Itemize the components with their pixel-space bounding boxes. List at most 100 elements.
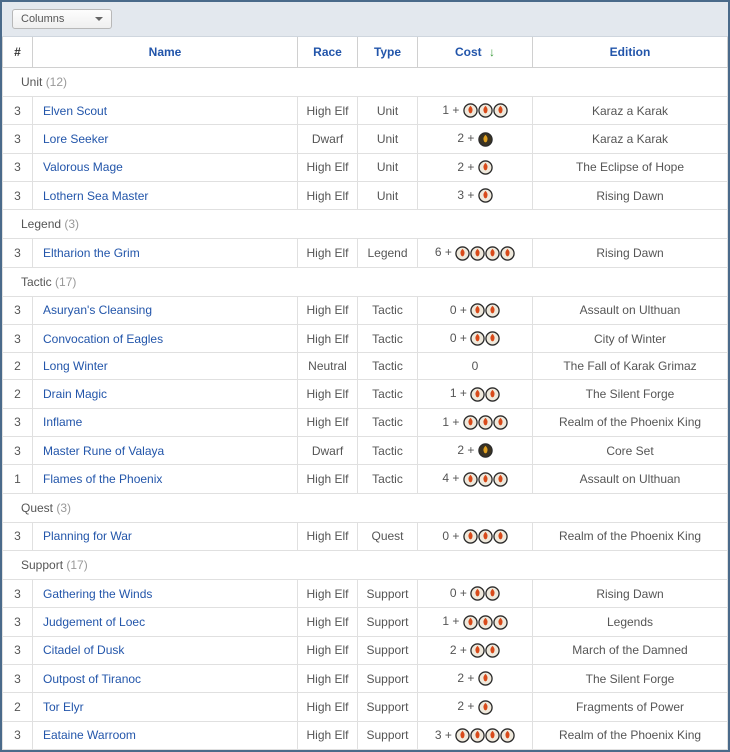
cost-number: 1 + bbox=[442, 415, 459, 429]
col-type[interactable]: Type bbox=[358, 37, 418, 68]
cost-number: 1 + bbox=[450, 386, 467, 400]
col-race[interactable]: Race bbox=[298, 37, 358, 68]
group-label: Quest bbox=[21, 501, 53, 515]
card-link[interactable]: Convocation of Eagles bbox=[43, 332, 163, 346]
cost-number: 3 + bbox=[435, 728, 452, 742]
table-row: 3 Lore Seeker Dwarf Unit 2 + Karaz a Kar… bbox=[3, 125, 728, 153]
cell-type: Tactic bbox=[358, 380, 418, 408]
card-link[interactable]: Tor Elyr bbox=[43, 700, 84, 714]
cell-race: High Elf bbox=[298, 296, 358, 324]
flame-resource-icon bbox=[463, 415, 478, 430]
cell-cost: 3 + bbox=[418, 181, 533, 209]
cell-type: Legend bbox=[358, 239, 418, 267]
dwarf-resource-icon bbox=[478, 443, 493, 458]
flame-resource-icon bbox=[463, 472, 478, 487]
cell-cost: 1 + bbox=[418, 408, 533, 436]
cost-number: 0 + bbox=[450, 303, 467, 317]
table-row: 2 Long Winter Neutral Tactic 0 The Fall … bbox=[3, 353, 728, 380]
cell-name: Convocation of Eagles bbox=[33, 324, 298, 352]
cell-edition: Rising Dawn bbox=[533, 579, 728, 607]
col-edition[interactable]: Edition bbox=[533, 37, 728, 68]
cell-edition: Assault on Ulthuan bbox=[533, 465, 728, 493]
cell-race: High Elf bbox=[298, 579, 358, 607]
cell-name: Flames of the Phoenix bbox=[33, 465, 298, 493]
col-qty[interactable]: # bbox=[3, 37, 33, 68]
cell-race: High Elf bbox=[298, 153, 358, 181]
cell-name: Elven Scout bbox=[33, 97, 298, 125]
card-link[interactable]: Valorous Mage bbox=[43, 160, 123, 174]
card-link[interactable]: Lore Seeker bbox=[43, 132, 108, 146]
card-link[interactable]: Eltharion the Grim bbox=[43, 246, 140, 260]
cell-qty: 2 bbox=[3, 380, 33, 408]
table-row: 3 Judgement of Loec High Elf Support 1 +… bbox=[3, 608, 728, 636]
cell-type: Unit bbox=[358, 153, 418, 181]
cell-cost: 2 + bbox=[418, 664, 533, 692]
group-header[interactable]: Support (17) bbox=[3, 550, 728, 579]
card-link[interactable]: Asuryan's Cleansing bbox=[43, 303, 152, 317]
card-link[interactable]: Gathering the Winds bbox=[43, 587, 152, 601]
flame-resource-icon bbox=[478, 103, 493, 118]
cell-qty: 3 bbox=[3, 153, 33, 181]
cost-number: 6 + bbox=[435, 245, 452, 259]
cell-edition: Karaz a Karak bbox=[533, 125, 728, 153]
card-link[interactable]: Flames of the Phoenix bbox=[43, 472, 162, 486]
flame-resource-icon bbox=[478, 415, 493, 430]
cell-qty: 3 bbox=[3, 636, 33, 664]
cell-edition: Legends bbox=[533, 608, 728, 636]
cell-type: Tactic bbox=[358, 465, 418, 493]
flame-resource-icon bbox=[470, 586, 485, 601]
cost-number: 0 bbox=[472, 359, 479, 373]
cell-type: Support bbox=[358, 608, 418, 636]
card-link[interactable]: Outpost of Tiranoc bbox=[43, 672, 141, 686]
card-link[interactable]: Drain Magic bbox=[43, 387, 107, 401]
flame-resource-icon bbox=[485, 728, 500, 743]
cell-edition: The Silent Forge bbox=[533, 380, 728, 408]
table-row: 3 Lothern Sea Master High Elf Unit 3 + R… bbox=[3, 181, 728, 209]
card-link[interactable]: Long Winter bbox=[43, 359, 108, 373]
group-header[interactable]: Tactic (17) bbox=[3, 267, 728, 296]
cell-race: High Elf bbox=[298, 522, 358, 550]
cell-name: Valorous Mage bbox=[33, 153, 298, 181]
card-link[interactable]: Lothern Sea Master bbox=[43, 189, 148, 203]
cell-race: High Elf bbox=[298, 664, 358, 692]
table-row: 3 Elven Scout High Elf Unit 1 + Karaz a … bbox=[3, 97, 728, 125]
table-row: 3 Master Rune of Valaya Dwarf Tactic 2 +… bbox=[3, 436, 728, 464]
card-link[interactable]: Elven Scout bbox=[43, 104, 107, 118]
cell-race: Dwarf bbox=[298, 125, 358, 153]
table-row: 2 Drain Magic High Elf Tactic 1 + The Si… bbox=[3, 380, 728, 408]
cell-cost: 2 + bbox=[418, 125, 533, 153]
toolbar: Columns bbox=[2, 2, 728, 37]
columns-dropdown[interactable]: Columns bbox=[12, 9, 112, 29]
card-link[interactable]: Inflame bbox=[43, 415, 82, 429]
col-name[interactable]: Name bbox=[33, 37, 298, 68]
cost-number: 4 + bbox=[442, 471, 459, 485]
group-header[interactable]: Quest (3) bbox=[3, 493, 728, 522]
cell-race: High Elf bbox=[298, 693, 358, 721]
cell-cost: 0 + bbox=[418, 324, 533, 352]
group-count: (3) bbox=[56, 501, 71, 515]
cell-type: Tactic bbox=[358, 436, 418, 464]
cost-number: 2 + bbox=[457, 699, 474, 713]
cell-qty: 2 bbox=[3, 353, 33, 380]
cell-name: Planning for War bbox=[33, 522, 298, 550]
col-cost[interactable]: Cost ↓ bbox=[418, 37, 533, 68]
cell-edition: Rising Dawn bbox=[533, 239, 728, 267]
cell-type: Tactic bbox=[358, 408, 418, 436]
card-link[interactable]: Judgement of Loec bbox=[43, 615, 145, 629]
cost-number: 1 + bbox=[442, 103, 459, 117]
card-link[interactable]: Master Rune of Valaya bbox=[43, 444, 164, 458]
card-link[interactable]: Citadel of Dusk bbox=[43, 643, 124, 657]
cell-qty: 1 bbox=[3, 465, 33, 493]
group-header[interactable]: Legend (3) bbox=[3, 210, 728, 239]
cost-number: 0 + bbox=[450, 586, 467, 600]
cell-edition: Core Set bbox=[533, 436, 728, 464]
cell-edition: Karaz a Karak bbox=[533, 97, 728, 125]
group-header[interactable]: Unit (12) bbox=[3, 68, 728, 97]
cost-number: 2 + bbox=[457, 671, 474, 685]
card-link[interactable]: Planning for War bbox=[43, 529, 132, 543]
cost-number: 0 + bbox=[442, 529, 459, 543]
cost-number: 2 + bbox=[457, 160, 474, 174]
cost-number: 2 + bbox=[450, 643, 467, 657]
card-link[interactable]: Eataine Warroom bbox=[43, 728, 136, 742]
cell-cost: 0 bbox=[418, 353, 533, 380]
